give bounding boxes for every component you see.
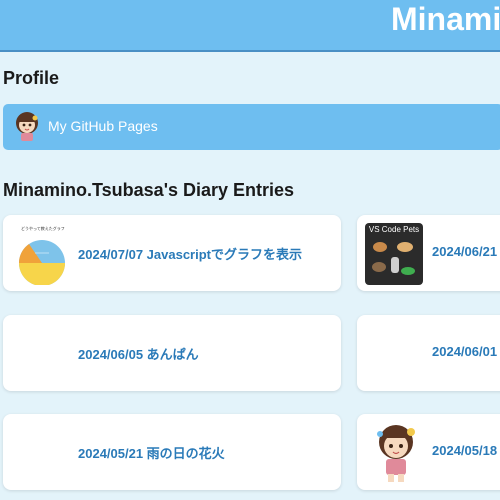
thumbnail-caption: VS Code Pets (368, 225, 420, 234)
diary-entry-card[interactable]: VS Code Pets 2024/06/21 (357, 215, 500, 291)
diary-entry-card[interactable]: 2024/06/05 あんぱん (3, 315, 341, 391)
diary-heading: Minamino.Tsubasa's Diary Entries (3, 180, 295, 200)
diary-entry-link[interactable]: 2024/06/05 あんぱん (78, 344, 199, 363)
avatar (16, 112, 38, 141)
diary-entry-card[interactable]: どうやって教えたグラフ 2024/07/07 Javascriptでグラフを表示 (3, 215, 341, 291)
diary-entry-card[interactable]: 2024/06/01 (357, 315, 500, 391)
thumbnail-caption: どうやって教えたグラフ (21, 226, 65, 231)
profile-link-bar[interactable]: My GitHub Pages (3, 104, 500, 150)
pets-icon (372, 242, 415, 275)
site-title[interactable]: Minamino (391, 1, 500, 37)
vscode-pets-thumbnail: VS Code Pets (365, 223, 423, 285)
site-header: Minamino (0, 0, 500, 52)
diary-entry-link[interactable]: 2024/06/21 (432, 244, 497, 259)
diary-entry-link[interactable]: 2024/05/18 (432, 443, 497, 458)
profile-heading: Profile (3, 68, 60, 88)
diary-entry-card[interactable]: 2024/05/18 (357, 414, 500, 490)
character-thumbnail (377, 425, 415, 482)
diary-entry-card[interactable]: 2024/05/21 雨の日の花火 (3, 414, 341, 490)
diary-entry-link[interactable]: 2024/06/01 (432, 344, 497, 359)
pie-chart-thumbnail (18, 240, 65, 285)
github-pages-link[interactable]: My GitHub Pages (48, 118, 158, 134)
diary-entry-link[interactable]: 2024/05/21 雨の日の花火 (78, 443, 225, 462)
diary-entry-link[interactable]: 2024/07/07 Javascriptでグラフを表示 (78, 244, 302, 263)
